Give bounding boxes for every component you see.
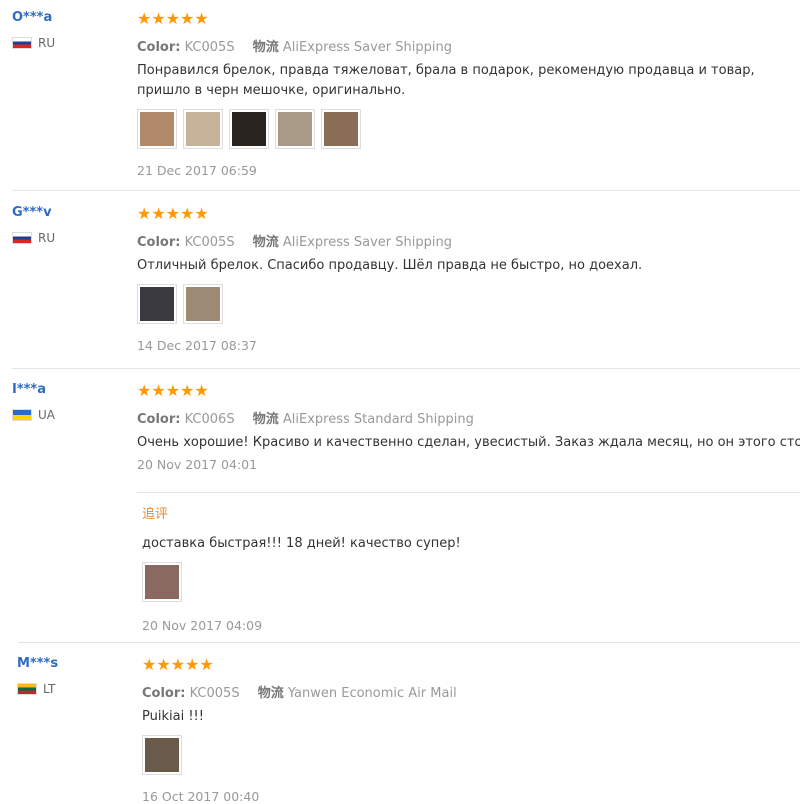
color-label: Color: bbox=[142, 686, 186, 701]
reviewer-country: RU bbox=[12, 36, 55, 50]
color-value: KC006S bbox=[184, 412, 235, 427]
photo-image bbox=[186, 112, 220, 146]
reviewer-info: I***a UA bbox=[12, 382, 55, 422]
color-label: Color: bbox=[137, 235, 181, 250]
star-rating: ★★★★★ bbox=[137, 204, 209, 223]
country-code: RU bbox=[38, 231, 56, 245]
review-date: 21 Dec 2017 06:59 bbox=[137, 163, 257, 178]
star-rating: ★★★★★ bbox=[137, 9, 209, 28]
photo-image bbox=[186, 287, 220, 321]
review-meta: Color: KC005S 物流 AliExpress Saver Shippi… bbox=[137, 231, 800, 250]
review-photos bbox=[137, 284, 800, 324]
followup-text: доставка быстрая!!! 18 дней! качество су… bbox=[142, 536, 461, 551]
reviewer-name[interactable]: O***a bbox=[12, 10, 55, 26]
color-label: Color: bbox=[137, 412, 181, 427]
review-meta: Color: KC005S 物流 AliExpress Saver Shippi… bbox=[137, 36, 800, 55]
followup-divider bbox=[137, 492, 800, 493]
review-date: 14 Dec 2017 08:37 bbox=[137, 338, 257, 353]
review-date: 20 Nov 2017 04:01 bbox=[137, 457, 258, 472]
review-photo-thumbnail[interactable] bbox=[321, 109, 361, 149]
review-content: ★★★★★ Color: KC005S 物流 Yanwen Economic A… bbox=[142, 656, 800, 804]
logistics-label: 物流 bbox=[257, 686, 284, 701]
logistics-value: AliExpress Saver Shipping bbox=[282, 235, 452, 250]
reviewer-name[interactable]: I***a bbox=[12, 382, 55, 398]
followup-title: 追评 bbox=[142, 507, 169, 522]
review-meta: Color: KC006S 物流 AliExpress Standard Shi… bbox=[137, 408, 800, 427]
review-text: Puikiai !!! bbox=[142, 709, 204, 724]
color-value: KC005S bbox=[184, 40, 235, 55]
country-code: LT bbox=[43, 682, 56, 696]
review-photo-thumbnail[interactable] bbox=[137, 284, 177, 324]
logistics-value: AliExpress Saver Shipping bbox=[282, 40, 452, 55]
review-photo-thumbnail[interactable] bbox=[137, 109, 177, 149]
review-content: ★★★★★ Color: KC005S 物流 AliExpress Saver … bbox=[137, 205, 800, 353]
review-photo-thumbnail[interactable] bbox=[142, 562, 182, 602]
review-meta: Color: KC005S 物流 Yanwen Economic Air Mai… bbox=[142, 682, 800, 701]
review-photo-thumbnail[interactable] bbox=[183, 284, 223, 324]
review-content: ★★★★★ Color: KC006S 物流 AliExpress Standa… bbox=[137, 381, 800, 473]
divider bbox=[12, 190, 800, 191]
followup-content: 追评 доставка быстрая!!! 18 дней! качество… bbox=[142, 503, 800, 633]
ukraine-flag-icon bbox=[12, 409, 32, 421]
photo-image bbox=[140, 112, 174, 146]
divider bbox=[18, 642, 800, 643]
photo-image bbox=[145, 565, 179, 599]
reviewer-name[interactable]: M***s bbox=[17, 656, 58, 672]
review-text: Отличный брелок. Спасибо продавцу. Шёл п… bbox=[137, 258, 643, 273]
photo-image bbox=[140, 287, 174, 321]
review-photos bbox=[142, 735, 800, 775]
review-photo-thumbnail[interactable] bbox=[183, 109, 223, 149]
photo-image bbox=[324, 112, 358, 146]
review-photo-thumbnail[interactable] bbox=[229, 109, 269, 149]
russia-flag-icon bbox=[12, 37, 32, 49]
color-label: Color: bbox=[137, 40, 181, 55]
reviewer-country: RU bbox=[12, 231, 55, 245]
review-content: ★★★★★ Color: KC005S 物流 AliExpress Saver … bbox=[137, 10, 800, 178]
country-code: RU bbox=[38, 36, 56, 50]
reviewer-country: UA bbox=[12, 408, 55, 422]
followup-date: 20 Nov 2017 04:09 bbox=[142, 618, 263, 633]
logistics-label: 物流 bbox=[252, 412, 279, 427]
review-photo-thumbnail[interactable] bbox=[275, 109, 315, 149]
russia-flag-icon bbox=[12, 232, 32, 244]
logistics-label: 物流 bbox=[252, 40, 279, 55]
review-text: Очень хорошие! Красиво и качественно сде… bbox=[137, 435, 800, 450]
followup-photos bbox=[142, 562, 800, 602]
logistics-label: 物流 bbox=[252, 235, 279, 250]
reviewer-info: O***a RU bbox=[12, 10, 55, 50]
review-photo-thumbnail[interactable] bbox=[142, 735, 182, 775]
photo-image bbox=[278, 112, 312, 146]
color-value: KC005S bbox=[184, 235, 235, 250]
logistics-value: AliExpress Standard Shipping bbox=[282, 412, 474, 427]
review-date: 16 Oct 2017 00:40 bbox=[142, 789, 260, 804]
reviewer-info: G***v RU bbox=[12, 205, 55, 245]
photo-image bbox=[145, 738, 179, 772]
reviewer-country: LT bbox=[17, 682, 58, 696]
lithuania-flag-icon bbox=[17, 683, 37, 695]
review-photos bbox=[137, 109, 800, 149]
review-text: Понравился брелок, правда тяжеловат, бра… bbox=[137, 63, 755, 98]
divider bbox=[12, 368, 800, 369]
country-code: UA bbox=[38, 408, 55, 422]
color-value: KC005S bbox=[189, 686, 240, 701]
star-rating: ★★★★★ bbox=[142, 655, 214, 674]
photo-image bbox=[232, 112, 266, 146]
reviewer-name[interactable]: G***v bbox=[12, 205, 55, 221]
star-rating: ★★★★★ bbox=[137, 381, 209, 400]
logistics-value: Yanwen Economic Air Mail bbox=[287, 686, 457, 701]
reviewer-info: M***s LT bbox=[17, 656, 58, 696]
